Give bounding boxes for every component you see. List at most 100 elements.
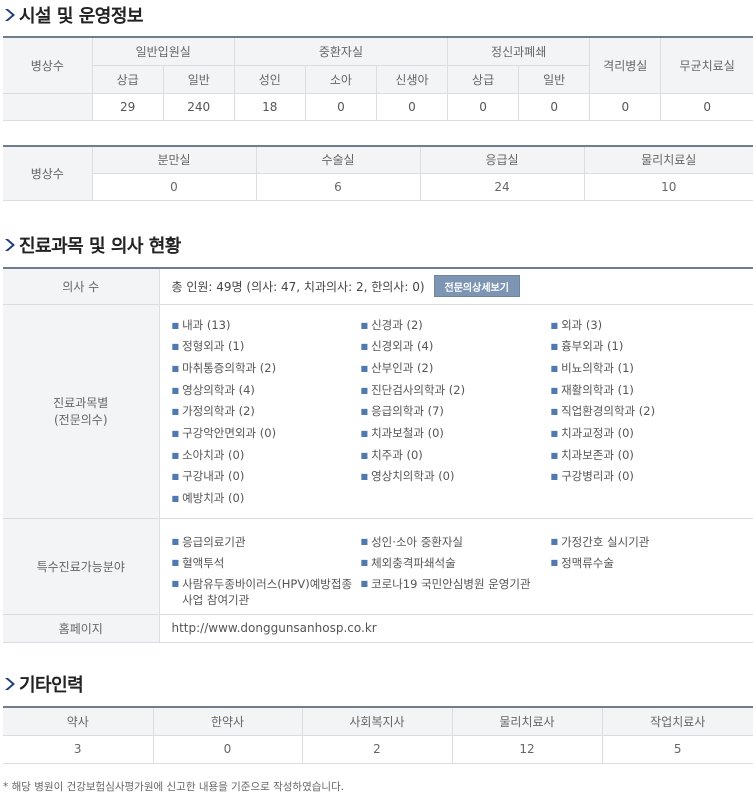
department-item: ■ 소아치과 (0): [172, 445, 361, 467]
bullet-icon: ■: [171, 557, 180, 567]
special-rooms-table: 병상수 분만실 수술실 응급실 물리치료실 0 6 24 10: [3, 145, 753, 201]
special-field-label: 성인·소아 중환자실: [371, 534, 464, 549]
special-field-label: 가정간호 실시기관: [561, 534, 650, 549]
department-label: 치주과 (0): [371, 447, 423, 462]
subheader-advanced: 상급: [447, 64, 520, 94]
bullet-icon: ■: [171, 578, 180, 588]
bullet-icon: ■: [360, 578, 369, 588]
other-staff-section-title: 기타인력: [3, 672, 84, 696]
special-field-item: ■ 가정간호 실시기관: [551, 531, 741, 552]
value-cell: 240: [162, 92, 235, 121]
subheader-child: 소아: [304, 64, 377, 94]
bullet-icon: ■: [360, 536, 369, 546]
bullet-icon: ■: [550, 429, 559, 439]
header-delivery-room: 분만실: [91, 145, 257, 174]
department-item: ■ 가정의학과 (2): [172, 401, 361, 423]
special-field-item: ■ 코로나19 국민안심병원 운영기관: [361, 573, 551, 608]
department-item: ■ 구강내과 (0): [172, 466, 361, 488]
value-cell: 6: [255, 172, 421, 201]
department-label: 마취통증의학과 (2): [182, 360, 277, 375]
department-label: 구강병리과 (0): [561, 469, 634, 484]
department-item: ■ 신경과 (2): [361, 315, 551, 337]
facility-table: 병상수 일반입원실 중환자실 정신과폐쇄 격리병실 무균치료실 상급 일반 성인…: [3, 36, 753, 121]
department-label: 치과보존과 (0): [561, 447, 634, 462]
other-staff-title-text: 기타인력: [19, 675, 84, 696]
department-item: ■ 재활의학과 (1): [551, 380, 741, 402]
header-emergency-room: 응급실: [419, 145, 585, 174]
homepage-link[interactable]: http://www.donggunsanhosp.co.kr: [158, 613, 753, 643]
header-physical-therapy-room: 물리치료실: [583, 145, 753, 174]
department-item: ■ 마취통증의학과 (2): [172, 358, 361, 380]
doctor-section-title: 진료과목 및 의사 현황: [3, 233, 181, 257]
special-field-label: 응급의료기관: [182, 534, 246, 549]
department-item: ■ 외과 (3): [551, 315, 741, 337]
bullet-icon: ■: [550, 472, 559, 482]
other-staff-table: 약사 한약사 사회복지사 물리치료사 작업치료사 3 0 2 12 5: [3, 706, 753, 764]
department-item: ■ 흉부외과 (1): [551, 336, 741, 358]
department-label: 치과교정과 (0): [561, 426, 634, 441]
department-label: 영상치의학과 (0): [371, 469, 455, 484]
bullet-icon: ■: [550, 320, 559, 330]
bullet-icon: ■: [360, 450, 369, 460]
department-item: ■ 치과보철과 (0): [361, 423, 551, 445]
department-label: 신경과 (2): [371, 317, 423, 332]
value-cell: 18: [233, 92, 306, 121]
special-field-item: ■ 체외충격파쇄석술: [361, 552, 551, 573]
department-item: ■ 진단검사의학과 (2): [361, 380, 551, 402]
header-psych-closed: 정신과폐쇄: [447, 36, 591, 66]
value-cell: 0: [92, 172, 257, 201]
bullet-icon: ■: [550, 536, 559, 546]
header-icu: 중환자실: [233, 36, 449, 66]
row-label-spacer: [3, 92, 93, 121]
value-cell: 0: [152, 734, 303, 764]
bullet-icon: ■: [360, 363, 369, 373]
department-label: 산부인과 (2): [371, 360, 434, 375]
doctor-count-label: 의사 수: [3, 267, 160, 305]
department-label: 재활의학과 (1): [561, 382, 634, 397]
special-field-label: 특수진료가능분야: [3, 517, 160, 615]
bullet-icon: ■: [550, 385, 559, 395]
specialist-detail-button[interactable]: 전문의상세보기: [433, 275, 520, 298]
subheader-general: 일반: [162, 64, 235, 94]
department-label: 정형외과 (1): [182, 339, 245, 354]
subheader-advanced: 상급: [92, 64, 164, 94]
value-cell: 0: [447, 92, 520, 121]
header-general-ward: 일반입원실: [91, 36, 235, 66]
bullet-icon: ■: [360, 385, 369, 395]
bullet-icon: ■: [360, 472, 369, 482]
special-field-item: ■ 혈액투석: [172, 552, 361, 573]
department-label: 치과보철과 (0): [371, 426, 444, 441]
bullet-icon: ■: [360, 429, 369, 439]
department-label: 진료과목별 (전문의수): [3, 303, 160, 519]
department-label: 진단검사의학과 (2): [371, 382, 466, 397]
header-pharmacist: 약사: [3, 706, 154, 736]
department-label: 응급의학과 (7): [371, 404, 444, 419]
chevron-right-icon: [5, 678, 15, 690]
department-label: 영상의학과 (4): [182, 382, 255, 397]
special-field-item: ■ 응급의료기관: [172, 531, 361, 552]
special-field-item: ■ 정맥류수술: [551, 552, 741, 573]
department-item: ■ 정형외과 (1): [172, 336, 361, 358]
value-cell: 24: [419, 172, 585, 201]
value-cell: 0: [375, 92, 449, 121]
bullet-icon: ■: [550, 363, 559, 373]
footnote: * 해당 병원이 건강보험심사평가원에 신고한 내용을 기준으로 작성하였습니다…: [3, 781, 345, 793]
header-occupational-therapist: 작업치료사: [601, 706, 753, 736]
value-cell: 3: [3, 734, 154, 764]
bullet-icon: ■: [171, 494, 180, 504]
bullet-icon: ■: [171, 429, 180, 439]
value-cell: 29: [91, 92, 164, 121]
special-field-item: ■ 성인·소아 중환자실: [361, 531, 551, 552]
department-label: 직업환경의학과 (2): [561, 404, 656, 419]
bullet-icon: ■: [171, 450, 180, 460]
bullet-icon: ■: [171, 363, 180, 373]
department-item: ■ 치과교정과 (0): [551, 423, 741, 445]
department-label: 외과 (3): [561, 317, 603, 332]
department-item: ■ 치주과 (0): [361, 445, 551, 467]
special-field-item: ■ 사람유두종바이러스(HPV)예방접종사업 참여기관: [172, 573, 361, 608]
bullet-icon: ■: [360, 342, 369, 352]
department-label: 구강악안면외과 (0): [182, 426, 277, 441]
department-item: ■ 예방치과 (0): [172, 488, 361, 510]
subheader-general: 일반: [518, 64, 590, 94]
department-item: ■ 비뇨의학과 (1): [551, 358, 741, 380]
